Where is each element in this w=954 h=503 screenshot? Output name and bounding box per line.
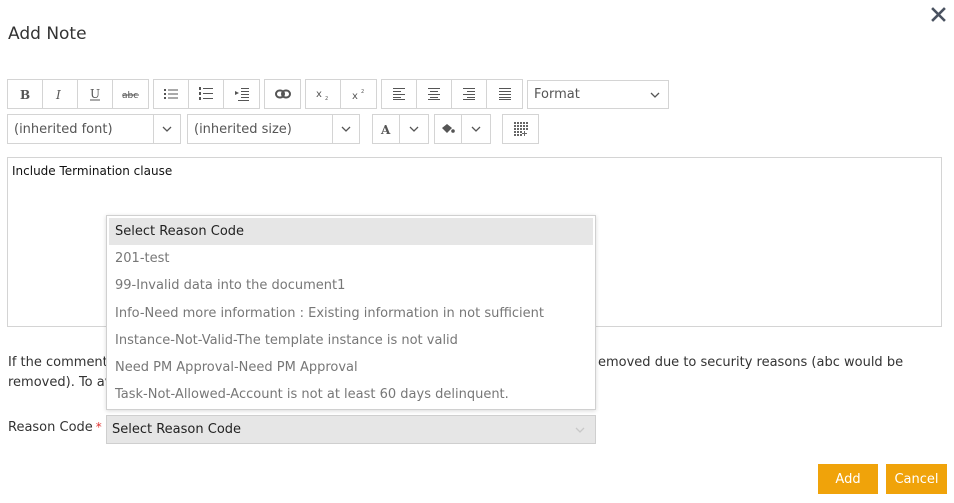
- add-button[interactable]: Add: [818, 464, 878, 494]
- scripts-group: x2 x2: [305, 79, 377, 109]
- numbered-list-button[interactable]: [189, 80, 224, 108]
- svg-text:2: 2: [361, 89, 364, 95]
- background-color-button[interactable]: [435, 115, 462, 143]
- italic-icon: I: [55, 88, 61, 100]
- svg-text:2: 2: [325, 96, 328, 100]
- background-color-icon: [442, 124, 455, 133]
- justify-icon: [498, 88, 511, 100]
- editor-content: Include Termination clause: [12, 164, 173, 178]
- strikethrough-icon: abc: [121, 91, 139, 100]
- numbered-list-icon: [199, 87, 213, 100]
- link-group: [264, 79, 301, 109]
- reason-code-label: Reason Code *: [8, 420, 102, 435]
- superscript-icon: x2: [352, 89, 364, 100]
- font-color-button[interactable]: A: [373, 115, 400, 143]
- dropdown-option[interactable]: 201-test: [109, 245, 593, 272]
- chevron-down-icon: [162, 126, 172, 132]
- basic-styles-group: B I U abc: [7, 79, 149, 109]
- required-marker: *: [95, 420, 102, 434]
- svg-text:A: A: [380, 123, 391, 135]
- bold-icon: B: [20, 88, 30, 100]
- subscript-icon: x2: [316, 89, 328, 100]
- format-select[interactable]: Format: [527, 80, 669, 109]
- align-center-button[interactable]: [417, 80, 452, 108]
- font-color-icon: A: [380, 123, 391, 135]
- info-text-line1-left: If the comments: [8, 355, 115, 370]
- svg-text:I: I: [55, 88, 61, 100]
- align-right-button[interactable]: [452, 80, 487, 108]
- close-icon: [931, 7, 946, 22]
- strikethrough-button[interactable]: abc: [113, 80, 148, 108]
- format-select-value: Format: [534, 87, 580, 102]
- chevron-down-icon: [341, 126, 351, 132]
- align-center-icon: [428, 88, 440, 100]
- underline-icon: U: [90, 87, 100, 101]
- indent-icon: [234, 88, 249, 101]
- close-button[interactable]: [928, 4, 950, 26]
- bulleted-list-button[interactable]: [154, 80, 189, 108]
- chevron-down-icon: [650, 92, 659, 98]
- reason-code-select-value: Select Reason Code: [112, 422, 242, 437]
- lists-group: [153, 79, 260, 109]
- chevron-down-icon: [409, 126, 419, 132]
- superscript-button[interactable]: x2: [341, 80, 376, 108]
- chevron-down-icon: [471, 126, 481, 132]
- dropdown-option[interactable]: Need PM Approval-Need PM Approval: [109, 354, 593, 381]
- align-left-button[interactable]: [382, 80, 417, 108]
- align-left-icon: [393, 88, 405, 100]
- reason-code-label-text: Reason Code: [8, 420, 93, 435]
- link-button[interactable]: [265, 80, 300, 108]
- insert-table-button[interactable]: [503, 115, 538, 143]
- dropdown-option[interactable]: 99-Invalid data into the document1: [109, 272, 593, 299]
- font-color-dropdown[interactable]: [400, 115, 428, 143]
- size-select-value: (inherited size): [194, 121, 292, 137]
- reason-code-dropdown-list: Select Reason Code 201-test 99-Invalid d…: [106, 215, 596, 410]
- size-select[interactable]: (inherited size): [187, 114, 360, 144]
- dropdown-option[interactable]: Info-Need more information : Existing in…: [109, 300, 593, 327]
- align-group: [381, 79, 523, 109]
- dropdown-option[interactable]: Select Reason Code: [109, 218, 593, 246]
- info-text-line1-right: emoved due to security reasons (abc woul…: [598, 355, 904, 370]
- dialog-title: Add Note: [8, 24, 87, 44]
- font-color-group: A: [372, 114, 429, 144]
- underline-button[interactable]: U: [78, 80, 113, 108]
- reason-code-select[interactable]: Select Reason Code: [106, 415, 596, 444]
- font-select[interactable]: (inherited font): [7, 114, 181, 144]
- link-icon: [274, 89, 291, 99]
- justify-button[interactable]: [487, 80, 522, 108]
- italic-button[interactable]: I: [43, 80, 78, 108]
- subscript-button[interactable]: x2: [306, 80, 341, 108]
- insert-table-group: [502, 114, 539, 144]
- indent-button[interactable]: [224, 80, 259, 108]
- insert-table-icon: [513, 122, 528, 136]
- font-select-value: (inherited font): [14, 121, 113, 137]
- bold-button[interactable]: B: [8, 80, 43, 108]
- svg-text:B: B: [20, 88, 30, 100]
- dropdown-option[interactable]: Task-Not-Allowed-Account is not at least…: [109, 381, 593, 408]
- background-color-group: [434, 114, 491, 144]
- dropdown-option[interactable]: Instance-Not-Valid-The template instance…: [109, 327, 593, 354]
- background-color-dropdown[interactable]: [462, 115, 490, 143]
- align-right-icon: [463, 88, 475, 100]
- chevron-down-icon: [575, 427, 585, 433]
- svg-text:x: x: [352, 91, 358, 100]
- cancel-button[interactable]: Cancel: [886, 464, 947, 494]
- svg-text:x: x: [316, 89, 322, 100]
- bulleted-list-icon: [164, 89, 178, 99]
- svg-text:U: U: [90, 87, 100, 101]
